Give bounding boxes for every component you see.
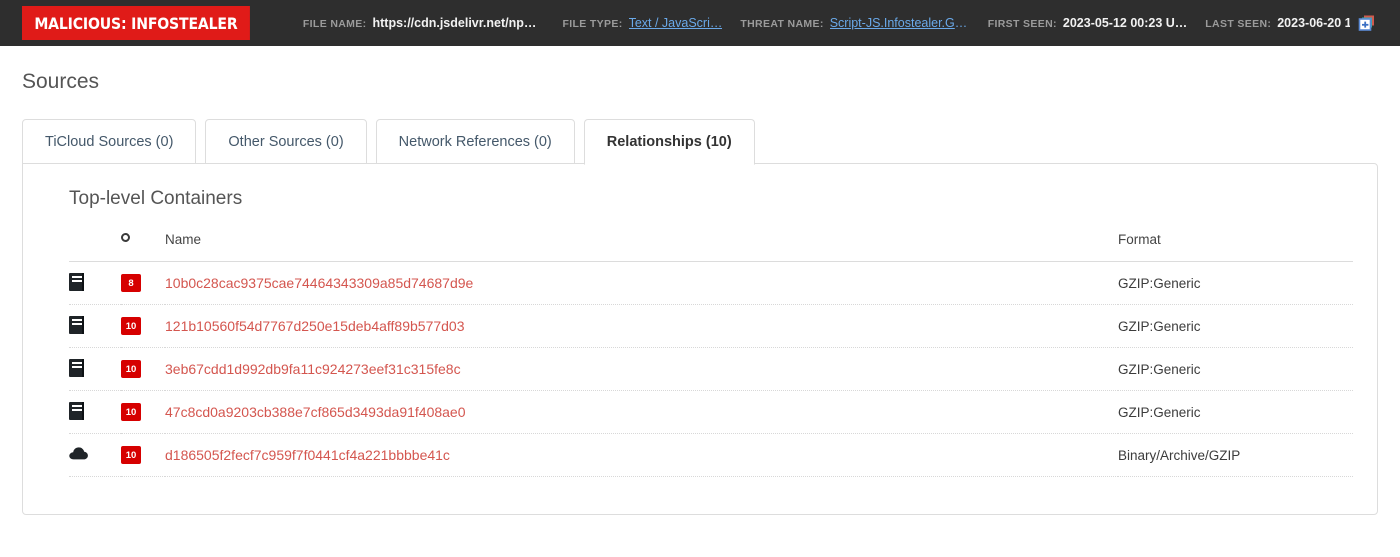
meta-last-seen-label: LAST SEEN: (1205, 18, 1272, 30)
meta-threat-name: THREAT NAME: Script-JS.Infostealer.Gene… (740, 16, 969, 30)
tab-network-references-label: Network References (0) (398, 133, 552, 150)
column-header-type (69, 232, 121, 263)
row-format-cell: GZIP:Generic (1118, 304, 1353, 349)
container-hash-link[interactable]: 121b10560f54d7767d250e15deb4aff89b577d03 (165, 318, 465, 334)
classification-topbar: MALICIOUS: INFOSTEALER FILE NAME: https:… (0, 0, 1400, 46)
relationships-panel: Top-level Containers Name Format 8 10b0c… (22, 163, 1378, 516)
row-name-cell: d186505f2fecf7c959f7f0441cf4a221bbbbe41c (165, 433, 1118, 478)
row-name-cell: 3eb67cdd1d992db9fa11c924273eef31c315fe8c (165, 347, 1118, 392)
column-header-format: Format (1118, 232, 1353, 263)
tab-other-sources[interactable]: Other Sources (0) (205, 119, 367, 165)
row-format-cell: GZIP:Generic (1118, 261, 1353, 306)
threat-score-badge: 10 (121, 403, 141, 422)
meta-file-type-label: FILE TYPE: (562, 18, 623, 30)
column-header-name: Name (165, 232, 1118, 263)
row-format-cell: GZIP:Generic (1118, 390, 1353, 435)
meta-last-seen: LAST SEEN: 2023-06-20 13:36 U… (1205, 16, 1350, 30)
row-name-cell: 10b0c28cac9375cae74464343309a85d74687d9e (165, 261, 1118, 306)
meta-first-seen-label: FIRST SEEN: (987, 18, 1057, 30)
tab-ticloud-sources-label: TiCloud Sources (0) (45, 133, 174, 150)
tab-other-sources-label: Other Sources (0) (228, 133, 344, 150)
row-type-cell (69, 261, 121, 306)
table-row: 10 d186505f2fecf7c959f7f0441cf4a221bbbbe… (69, 433, 1353, 478)
row-format-cell: GZIP:Generic (1118, 347, 1353, 392)
tab-ticloud-sources[interactable]: TiCloud Sources (0) (22, 119, 197, 165)
add-to-collection-button[interactable] (1350, 6, 1384, 40)
top-level-containers-table: Name Format 8 10b0c28cac9375cae744643433… (69, 232, 1353, 478)
cloud-icon (69, 447, 88, 460)
threat-score-badge: 10 (121, 446, 141, 465)
row-score-cell: 8 (121, 261, 165, 306)
row-type-cell (69, 433, 121, 478)
meta-first-seen-value: 2023-05-12 00:23 U… (1062, 16, 1188, 30)
container-hash-link[interactable]: 3eb67cdd1d992db9fa11c924273eef31c315fe8c (165, 361, 461, 377)
file-meta-list: FILE NAME: https://cdn.jsdelivr.net/npm/… (303, 16, 1350, 30)
table-row: 8 10b0c28cac9375cae74464343309a85d74687d… (69, 261, 1353, 306)
threat-score-badge: 8 (121, 274, 141, 293)
archive-icon (69, 272, 84, 291)
threat-score-badge: 10 (121, 360, 141, 379)
container-hash-link[interactable]: 10b0c28cac9375cae74464343309a85d74687d9e (165, 275, 473, 291)
tab-network-references[interactable]: Network References (0) (375, 119, 575, 165)
meta-file-name: FILE NAME: https://cdn.jsdelivr.net/npm/… (303, 16, 545, 30)
tab-relationships[interactable]: Relationships (10) (583, 119, 755, 166)
row-type-cell (69, 390, 121, 435)
sources-tabs: TiCloud Sources (0) Other Sources (0) Ne… (22, 119, 1378, 166)
verdict-badge: MALICIOUS: INFOSTEALER (22, 6, 250, 40)
container-hash-link[interactable]: 47c8cd0a9203cb388e7cf865d3493da91f408ae0 (165, 404, 466, 420)
row-type-cell (69, 347, 121, 392)
container-hash-link[interactable]: d186505f2fecf7c959f7f0441cf4a221bbbbe41c (165, 447, 450, 463)
row-type-cell (69, 304, 121, 349)
threat-score-circle-icon (121, 233, 130, 243)
page-title: Sources (22, 70, 100, 93)
row-score-cell: 10 (121, 304, 165, 349)
row-name-cell: 47c8cd0a9203cb388e7cf865d3493da91f408ae0 (165, 390, 1118, 435)
row-score-cell: 10 (121, 433, 165, 478)
archive-icon (69, 315, 84, 334)
meta-file-type-value[interactable]: Text / JavaScri… (629, 16, 723, 30)
meta-threat-name-value[interactable]: Script-JS.Infostealer.Gene… (830, 16, 970, 30)
column-header-score (121, 232, 165, 263)
row-name-cell: 121b10560f54d7767d250e15deb4aff89b577d03 (165, 304, 1118, 349)
card-title: Top-level Containers (69, 188, 243, 210)
meta-first-seen: FIRST SEEN: 2023-05-12 00:23 U… (988, 16, 1188, 30)
row-score-cell: 10 (121, 390, 165, 435)
meta-file-name-label: FILE NAME: (302, 18, 367, 30)
row-score-cell: 10 (121, 347, 165, 392)
page-body: Sources TiCloud Sources (0) Other Source… (0, 70, 1400, 516)
archive-icon (69, 401, 84, 420)
meta-file-type: FILE TYPE: Text / JavaScri… (562, 16, 722, 30)
table-row: 10 3eb67cdd1d992db9fa11c924273eef31c315f… (69, 347, 1353, 392)
archive-icon (69, 358, 84, 377)
threat-score-badge: 10 (121, 317, 141, 336)
row-format-cell: Binary/Archive/GZIP (1118, 433, 1353, 478)
tab-relationships-label: Relationships (10) (606, 134, 732, 151)
meta-file-name-value: https://cdn.jsdelivr.net/npm/standforusz… (372, 16, 545, 30)
table-header-row: Name Format (69, 232, 1353, 263)
meta-threat-name-label: THREAT NAME: (740, 18, 824, 30)
table-row: 10 47c8cd0a9203cb388e7cf865d3493da91f408… (69, 390, 1353, 435)
add-to-collection-icon (1358, 15, 1374, 31)
meta-last-seen-value: 2023-06-20 13:36 U… (1277, 16, 1350, 30)
table-row: 10 121b10560f54d7767d250e15deb4aff89b577… (69, 304, 1353, 349)
